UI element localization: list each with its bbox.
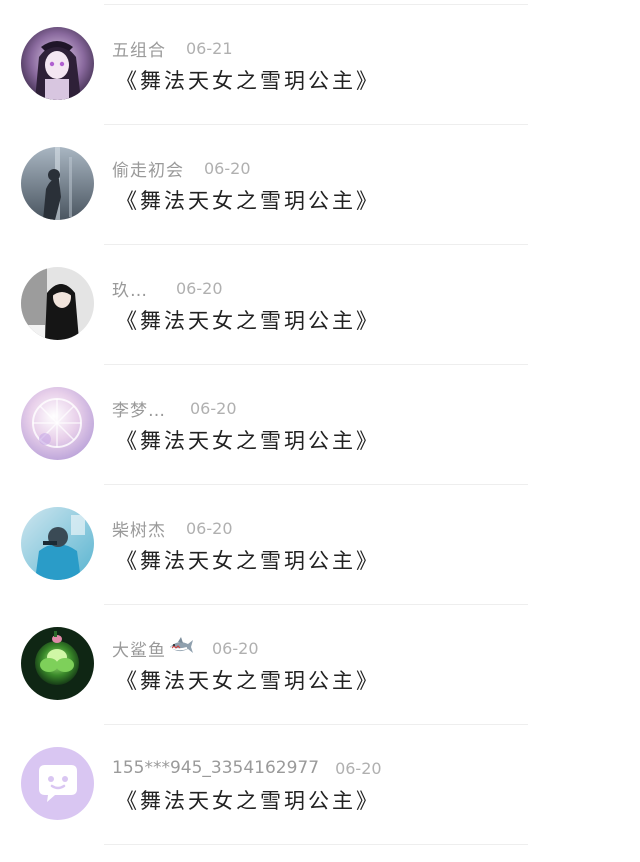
comment-date: 06-20 bbox=[212, 638, 259, 658]
comment-item: 偷走初会 06-20 《舞法天女之雪玥公主》 bbox=[0, 125, 640, 245]
comment-meta: 李梦… 06-20 bbox=[112, 396, 237, 421]
username[interactable]: 李梦… bbox=[112, 396, 166, 421]
comment-item: 五组合 06-21 《舞法天女之雪玥公主》 bbox=[0, 5, 640, 125]
username[interactable]: 柴树杰 bbox=[112, 516, 166, 541]
anime-girl-avatar[interactable] bbox=[21, 27, 94, 100]
comment-list: 五组合 06-21 《舞法天女之雪玥公主》 偷走初会 06-20 《舞法天女之雪… bbox=[0, 5, 640, 845]
comment-meta: 五组合 06-21 bbox=[112, 36, 233, 61]
comment-text: 《舞法天女之雪玥公主》 bbox=[116, 789, 380, 813]
comment-meta: 大鲨鱼 06-20 bbox=[112, 636, 259, 661]
comment-text: 《舞法天女之雪玥公主》 bbox=[116, 549, 380, 573]
username[interactable]: 五组合 bbox=[112, 36, 166, 61]
comment-meta: 155***945_3354162977 06-20 bbox=[112, 756, 382, 780]
comment-item: 大鲨鱼 06-20 《舞法天女之雪玥公主》 bbox=[0, 605, 640, 725]
username[interactable]: 155***945_3354162977 bbox=[112, 758, 319, 778]
comment-text: 《舞法天女之雪玥公主》 bbox=[116, 189, 380, 213]
comment-item: 柴树杰 06-20 《舞法天女之雪玥公主》 bbox=[0, 485, 640, 605]
comment-meta: 偷走初会 06-20 bbox=[112, 156, 251, 181]
comment-date: 06-20 bbox=[176, 278, 223, 298]
long-hair-girl-avatar[interactable] bbox=[21, 267, 94, 340]
comment-date: 06-20 bbox=[190, 398, 237, 418]
silhouette-avatar[interactable] bbox=[21, 147, 94, 220]
green-flower-avatar[interactable] bbox=[21, 627, 94, 700]
default-chat-avatar[interactable] bbox=[21, 747, 94, 820]
comment-text: 《舞法天女之雪玥公主》 bbox=[116, 69, 380, 93]
blue-photo-avatar[interactable] bbox=[21, 507, 94, 580]
comment-date: 06-20 bbox=[186, 518, 233, 538]
username[interactable]: 玖… bbox=[112, 276, 148, 301]
comment-meta: 玖… 06-20 bbox=[112, 276, 223, 301]
comment-text: 《舞法天女之雪玥公主》 bbox=[116, 429, 380, 453]
username[interactable]: 偷走初会 bbox=[112, 156, 184, 181]
comment-date: 06-20 bbox=[335, 758, 382, 778]
pastel-circle-avatar[interactable] bbox=[21, 387, 94, 460]
comment-item: 玖… 06-20 《舞法天女之雪玥公主》 bbox=[0, 245, 640, 365]
comment-text: 《舞法天女之雪玥公主》 bbox=[116, 309, 380, 333]
comment-item: 李梦… 06-20 《舞法天女之雪玥公主》 bbox=[0, 365, 640, 485]
username[interactable]: 大鲨鱼 bbox=[112, 636, 166, 661]
comment-meta: 柴树杰 06-20 bbox=[112, 516, 233, 541]
comment-text: 《舞法天女之雪玥公主》 bbox=[116, 669, 380, 693]
comment-date: 06-21 bbox=[186, 38, 233, 58]
shark-icon bbox=[168, 636, 194, 660]
comment-date: 06-20 bbox=[204, 158, 251, 178]
comment-item: 155***945_3354162977 06-20 《舞法天女之雪玥公主》 bbox=[0, 725, 640, 845]
